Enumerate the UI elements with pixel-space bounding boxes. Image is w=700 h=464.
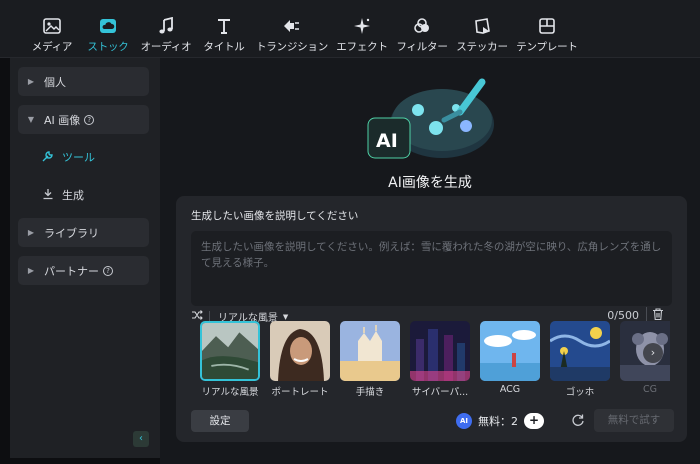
- tab-stock[interactable]: ストック: [84, 0, 132, 58]
- top-toolbar: メディア ストック オーディオ タイトル トランジション エフェクト フィルター…: [0, 0, 700, 58]
- tab-filter-label: フィルター: [396, 41, 448, 53]
- try-free-button[interactable]: 無料で試す: [594, 409, 674, 432]
- sidebar-item-partner[interactable]: ▶ パートナー ?: [18, 256, 149, 285]
- template-icon: [537, 16, 557, 36]
- effect-sparkle-icon: [352, 16, 372, 36]
- credits-text: 無料：2: [478, 415, 518, 428]
- caret-down-icon: ▼: [282, 312, 289, 321]
- prompt-panel: 生成したい画像を説明してください 生成したい画像を説明してください。例えば：雪に…: [176, 196, 687, 442]
- tab-title-label: タイトル: [203, 41, 245, 53]
- sidebar-item-label: 個人: [44, 75, 66, 89]
- help-icon[interactable]: ?: [103, 265, 113, 276]
- style-option-hand-drawn[interactable]: 手描き: [340, 321, 400, 398]
- style-option-van-gogh[interactable]: ゴッホ: [550, 321, 610, 398]
- sidebar: ▶ 個人 ▼ AI 画像 ? ツール 生成 ▶ ライブラリ ▶ パートナー ? …: [10, 58, 160, 458]
- subitem-label: ツール: [62, 151, 95, 164]
- help-icon[interactable]: ?: [84, 114, 95, 125]
- chevron-right-icon: ▶: [27, 266, 35, 275]
- prompt-panel-title: 生成したい画像を説明してください: [191, 210, 359, 222]
- stock-cloud-icon: [98, 16, 118, 36]
- settings-button[interactable]: 設定: [191, 410, 249, 432]
- tab-transition-label: トランジション: [255, 41, 329, 53]
- filter-icon: [412, 16, 432, 36]
- ai-logo-text: AI: [376, 130, 398, 152]
- tab-effect[interactable]: エフェクト: [334, 0, 390, 58]
- style-option-label: ポートレート: [271, 387, 329, 398]
- style-option-portrait[interactable]: ポートレート: [270, 321, 330, 398]
- style-thumbnails: リアルな風景 ポートレート 手描き サイバーパ... ACG ゴッホ CG: [200, 321, 670, 403]
- style-option-label: CG: [643, 384, 657, 395]
- transition-icon: [282, 16, 302, 36]
- next-styles-button[interactable]: ›: [643, 343, 663, 363]
- subitem-label: 生成: [62, 189, 84, 202]
- refresh-icon[interactable]: [571, 413, 585, 427]
- sticker-icon: [472, 16, 492, 36]
- tab-template-label: テンプレート: [516, 41, 578, 53]
- tab-sticker[interactable]: ステッカー: [454, 0, 510, 58]
- style-thumbnail-image: [410, 321, 470, 381]
- sidebar-item-label: AI 画像: [44, 113, 81, 127]
- tab-audio-label: オーディオ: [140, 41, 192, 53]
- chevron-right-icon: ▶: [27, 228, 35, 237]
- style-thumbnail-image: [480, 321, 540, 381]
- credits-indicator: AI 無料：2 +: [456, 411, 544, 431]
- sidebar-item-ai-image[interactable]: ▼ AI 画像 ?: [18, 105, 149, 134]
- style-option-label: ゴッホ: [565, 387, 595, 398]
- prompt-textarea[interactable]: 生成したい画像を説明してください。例えば：雪に覆われた冬の湖が空に映り、広角レン…: [191, 231, 672, 306]
- chevron-right-icon: ▶: [27, 77, 35, 86]
- download-icon: [42, 188, 54, 203]
- style-option-cyberpunk[interactable]: サイバーパ...: [410, 321, 470, 398]
- style-option-label: リアルな風景: [201, 387, 259, 398]
- ai-palette-illustration: AI: [367, 78, 494, 159]
- divider: [646, 307, 647, 321]
- collapse-sidebar-button[interactable]: ‹: [133, 431, 149, 447]
- style-option-label: ACG: [499, 384, 521, 395]
- style-thumbnail-image: [340, 321, 400, 381]
- tab-sticker-label: ステッカー: [456, 41, 508, 53]
- style-thumbnail-image: [270, 321, 330, 381]
- trash-icon[interactable]: [651, 307, 665, 321]
- sidebar-item-label: パートナー: [44, 264, 99, 278]
- style-option-acg[interactable]: ACG: [480, 321, 540, 395]
- title-t-icon: [214, 16, 234, 36]
- sidebar-item-label: ライブラリ: [44, 226, 99, 240]
- sidebar-item-personal[interactable]: ▶ 個人: [18, 67, 149, 96]
- tab-title[interactable]: タイトル: [200, 0, 248, 58]
- style-thumbnail-image: [200, 321, 260, 381]
- tab-template[interactable]: テンプレート: [514, 0, 580, 58]
- tab-filter[interactable]: フィルター: [394, 0, 450, 58]
- add-credits-button[interactable]: +: [524, 413, 544, 429]
- tab-media-label: メディア: [31, 41, 73, 53]
- style-option-label: 手描き: [355, 387, 385, 398]
- tab-media[interactable]: メディア: [28, 0, 76, 58]
- style-option-realistic-landscape[interactable]: リアルな風景: [200, 321, 260, 398]
- chevron-down-icon: ▼: [27, 115, 35, 124]
- tab-stock-label: ストック: [87, 41, 129, 53]
- sidebar-subitem-tools[interactable]: ツール: [42, 147, 95, 167]
- style-thumbnail-image: [550, 321, 610, 381]
- sidebar-subitem-generate[interactable]: 生成: [42, 185, 84, 205]
- tab-effect-label: エフェクト: [336, 41, 388, 53]
- style-option-label: サイバーパ...: [411, 387, 469, 398]
- ai-badge-icon: AI: [456, 413, 472, 429]
- wrench-icon: [42, 150, 54, 165]
- tab-transition[interactable]: トランジション: [254, 0, 330, 58]
- media-icon: [42, 16, 62, 36]
- sidebar-item-library[interactable]: ▶ ライブラリ: [18, 218, 149, 247]
- tab-audio[interactable]: オーディオ: [138, 0, 194, 58]
- page-title: AI画像を生成: [388, 175, 472, 191]
- music-note-icon: [156, 16, 176, 36]
- main-panel: AI AI画像を生成 生成したい画像を説明してください 生成したい画像を説明して…: [160, 58, 700, 464]
